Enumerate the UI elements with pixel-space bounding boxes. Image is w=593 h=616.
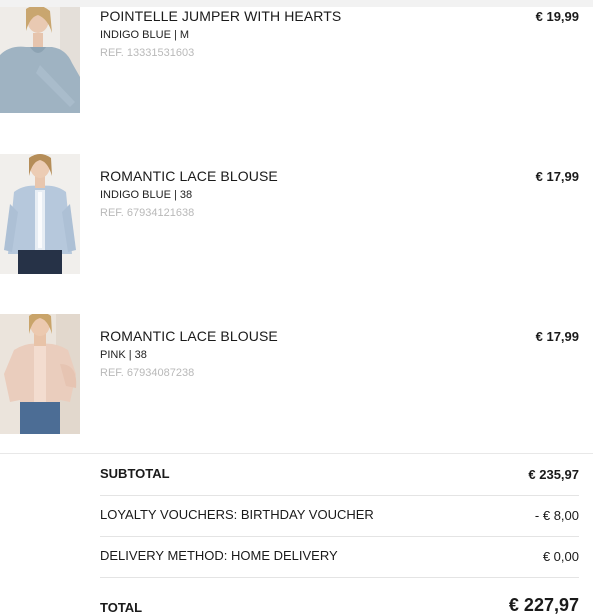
product-price: € 17,99 (535, 169, 579, 184)
subtotal-row: SUBTOTAL € 235,97 (100, 455, 579, 495)
voucher-row: LOYALTY VOUCHERS: BIRTHDAY VOUCHER - € 8… (100, 496, 579, 536)
subtotal-label: SUBTOTAL (100, 466, 170, 481)
delivery-label: DELIVERY METHOD: HOME DELIVERY (100, 548, 338, 563)
subtotal-value: € 235,97 (528, 467, 579, 482)
product-ref: REF. 13331531603 (100, 47, 195, 59)
row-divider (100, 577, 579, 578)
product-name[interactable]: ROMANTIC LACE BLOUSE (100, 168, 278, 184)
summary-divider (0, 453, 593, 454)
product-name[interactable]: POINTELLE JUMPER WITH HEARTS (100, 8, 341, 24)
product-price: € 19,99 (535, 9, 579, 24)
cart-item: ROMANTIC LACE BLOUSE PINK | 38 REF. 6793… (0, 314, 593, 434)
product-ref: REF. 67934121638 (100, 207, 195, 219)
product-variant: PINK | 38 (100, 349, 147, 361)
total-value: € 227,97 (508, 595, 579, 615)
product-price: € 17,99 (535, 329, 579, 344)
total-label: TOTAL (100, 600, 143, 615)
cart-item: POINTELLE JUMPER WITH HEARTS INDIGO BLUE… (0, 0, 593, 120)
product-image[interactable] (0, 314, 80, 434)
voucher-value: - € 8,00 (534, 508, 579, 523)
product-image[interactable] (0, 154, 80, 274)
product-variant: INDIGO BLUE | 38 (100, 189, 193, 201)
product-ref: REF. 67934087238 (100, 367, 195, 379)
delivery-row: DELIVERY METHOD: HOME DELIVERY € 0,00 (100, 537, 579, 577)
product-image[interactable] (0, 7, 80, 113)
voucher-label: LOYALTY VOUCHERS: BIRTHDAY VOUCHER (100, 507, 374, 522)
cart-item: ROMANTIC LACE BLOUSE INDIGO BLUE | 38 RE… (0, 154, 593, 274)
product-variant: INDIGO BLUE | M (100, 29, 190, 41)
product-name[interactable]: ROMANTIC LACE BLOUSE (100, 328, 278, 344)
delivery-value: € 0,00 (542, 549, 579, 564)
